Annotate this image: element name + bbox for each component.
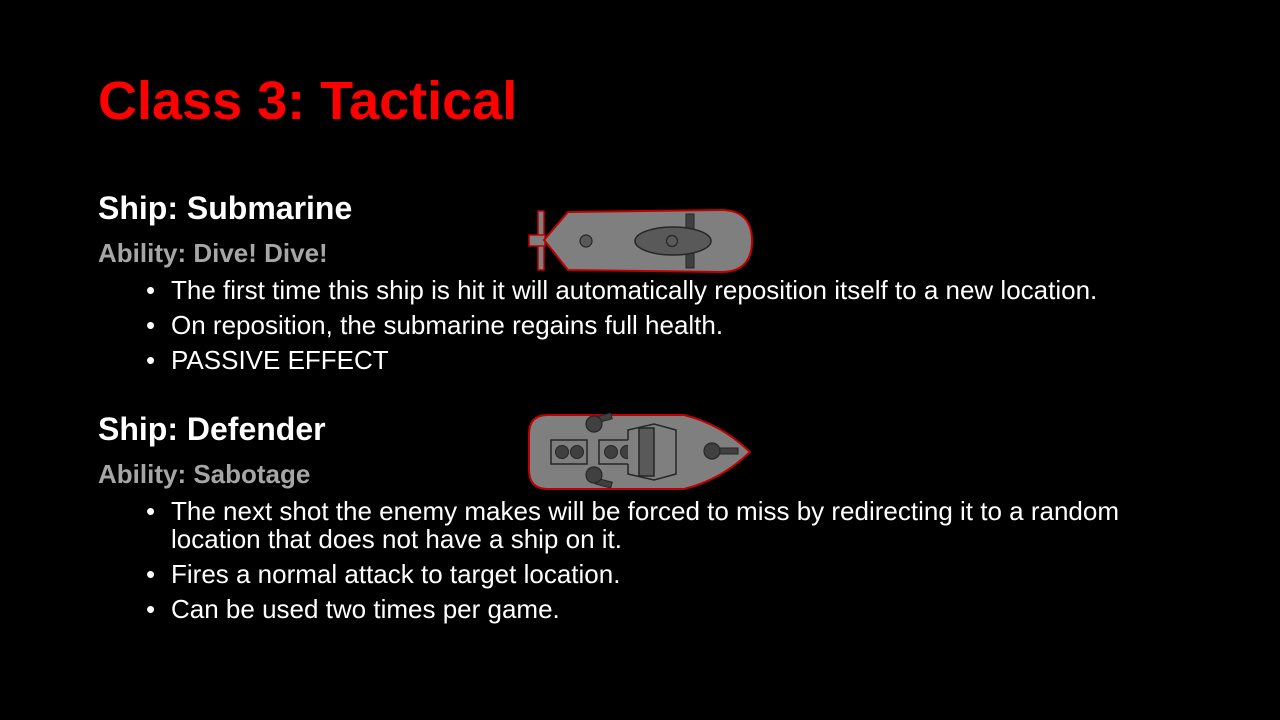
bullet-text: PASSIVE EFFECT	[171, 345, 389, 375]
bullet-text: The next shot the enemy makes will be fo…	[171, 496, 1119, 554]
list-item: • PASSIVE EFFECT	[146, 345, 389, 375]
defender-bullet-list: • The next shot the enemy makes will be f…	[146, 497, 1146, 630]
slide-title: Class 3: Tactical	[98, 71, 518, 131]
defender-ship-icon	[528, 412, 752, 490]
list-item: • Fires a normal attack to target locatio…	[146, 559, 621, 589]
submarine-ability: Ability: Dive! Dive!	[98, 238, 328, 268]
list-item: • Can be used two times per game.	[146, 594, 560, 624]
defender-heading: Ship: Defender	[98, 411, 326, 447]
submarine-bullet-list: • The first time this ship is hit it will…	[146, 276, 1146, 381]
bullet-text: On reposition, the submarine regains ful…	[171, 310, 724, 340]
list-item: • On reposition, the submarine regains fu…	[146, 310, 724, 340]
list-item: • The first time this ship is hit it will…	[146, 275, 1098, 305]
submarine-heading: Ship: Submarine	[98, 190, 353, 226]
slide: Class 3: Tactical Ship: Submarine Abilit…	[0, 0, 1280, 720]
defender-ability: Ability: Sabotage	[98, 459, 311, 489]
bullet-text: Can be used two times per game.	[171, 594, 560, 624]
bullet-text: The first time this ship is hit it will …	[171, 275, 1098, 305]
bullet-text: Fires a normal attack to target location…	[171, 559, 621, 589]
submarine-icon	[528, 208, 754, 274]
list-item: • The next shot the enemy makes will be f…	[146, 496, 1119, 554]
